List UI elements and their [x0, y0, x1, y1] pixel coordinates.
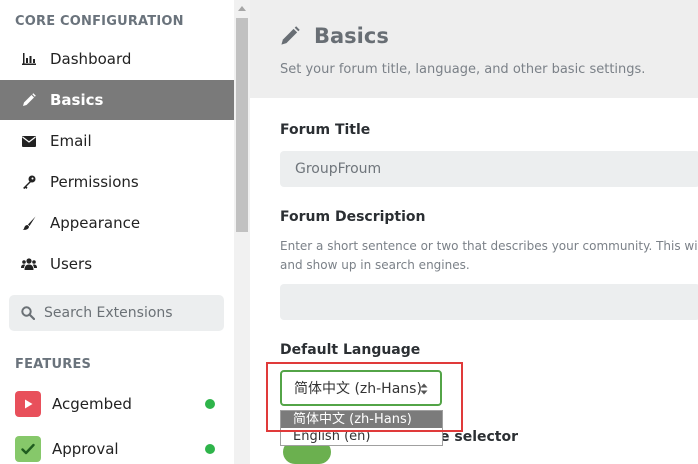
sidebar-item-label: Basics — [50, 91, 104, 109]
sidebar-item-basics[interactable]: Basics — [0, 80, 234, 120]
play-icon — [15, 391, 41, 417]
users-icon — [21, 256, 37, 272]
sidebar-item-label: Users — [50, 255, 93, 273]
enabled-status-dot — [205, 399, 215, 409]
sidebar-item-dashboard[interactable]: Dashboard — [0, 39, 234, 79]
sidebar-item-label: Email — [50, 132, 92, 150]
enabled-status-dot — [205, 444, 215, 454]
sidebar-item-email[interactable]: Email — [0, 121, 234, 161]
sidebar-item-users[interactable]: Users — [0, 244, 234, 284]
check-icon — [15, 436, 41, 462]
sidebar-item-label: Permissions — [50, 173, 139, 191]
extension-label: Acgembed — [52, 395, 132, 413]
default-language-label: Default Language — [280, 342, 421, 358]
chart-bar-icon — [21, 51, 37, 67]
forum-description-help: Enter a short sentence or two that descr… — [280, 239, 698, 272]
search-icon — [21, 306, 35, 320]
sidebar-item-permissions[interactable]: Permissions — [0, 162, 234, 202]
forum-description-label: Forum Description — [280, 209, 426, 225]
sidebar-item-label: Dashboard — [50, 50, 132, 68]
forum-title-label: Forum Title — [280, 122, 371, 138]
pencil-icon — [21, 92, 37, 108]
pencil-icon — [280, 26, 300, 46]
forum-title-value: GroupFroum — [295, 161, 382, 177]
page-title: Basics — [280, 24, 389, 48]
scroll-up-arrow-icon[interactable] — [238, 6, 246, 11]
search-extensions-input[interactable]: Search Extensions — [9, 295, 224, 331]
core-configuration-heading: CORE CONFIGURATION — [15, 14, 184, 29]
envelope-icon — [21, 133, 37, 149]
highlight-box — [266, 362, 463, 432]
search-placeholder: Search Extensions — [44, 305, 173, 321]
extension-item-approval[interactable]: Approval — [0, 427, 234, 464]
features-heading: FEATURES — [15, 357, 92, 372]
page-title-text: Basics — [314, 24, 389, 48]
extension-label: Approval — [52, 440, 119, 458]
forum-title-input[interactable]: GroupFroum — [280, 151, 698, 187]
page-description: Set your forum title, language, and othe… — [280, 62, 646, 77]
key-icon — [21, 174, 37, 190]
forum-description-input[interactable] — [280, 284, 698, 320]
sidebar: CORE CONFIGURATION Dashboard Basics Emai… — [0, 0, 234, 464]
paintbrush-icon — [21, 215, 37, 231]
extension-item-acgembed[interactable]: Acgembed — [0, 382, 234, 426]
sidebar-item-appearance[interactable]: Appearance — [0, 203, 234, 243]
sidebar-item-label: Appearance — [50, 214, 141, 232]
admin-page: CORE CONFIGURATION Dashboard Basics Emai… — [0, 0, 698, 464]
sidebar-scrollbar-thumb[interactable] — [236, 18, 248, 232]
page-header: Basics Set your forum title, language, a… — [250, 0, 698, 98]
